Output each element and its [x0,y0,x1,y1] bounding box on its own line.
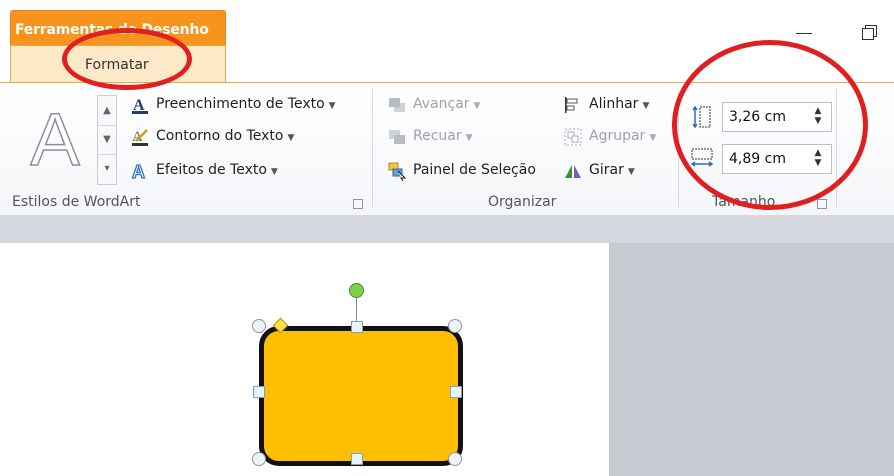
minimize-button[interactable] [790,16,820,46]
bring-forward-label: Avançar [413,96,470,112]
gallery-down-button[interactable]: ▼ [98,125,116,155]
annotation-circle-size [672,40,868,210]
resize-handle-top-left[interactable] [252,319,266,333]
resize-handle-bottom[interactable] [351,453,363,465]
restore-button[interactable] [855,16,885,46]
resize-handle-top[interactable] [351,321,363,333]
rotate-label: Girar [589,162,624,178]
text-effects-icon: A [131,161,145,181]
group-label: Agrupar [589,128,646,144]
align-label: Alinhar [589,96,639,112]
text-outline-icon: A [132,129,148,146]
wordart-dialog-launcher[interactable] [353,199,363,209]
wordart-group-label: Estilos de WordArt [12,194,141,210]
align-icon [565,97,578,113]
text-effects-label: Efeitos de Texto [156,162,267,178]
resize-handle-right[interactable] [450,386,462,398]
resize-handle-bottom-left[interactable] [252,452,266,466]
send-backward-label: Recuar [413,128,462,144]
resize-handle-left[interactable] [253,386,265,398]
text-outline-label: Contorno do Texto [156,128,284,144]
svg-text:A: A [132,162,145,181]
selection-pane-label: Painel de Seleção [413,162,536,178]
selection-pane-icon [388,162,407,181]
gallery-more-button[interactable]: ▾ [98,154,116,183]
resize-handle-bottom-right[interactable] [448,452,462,466]
size-dialog-launcher[interactable] [817,199,827,209]
wordart-style-preview[interactable]: A [20,97,90,183]
wordart-gallery-scroll: ▲ ▼ ▾ [97,95,117,185]
text-fill-icon: A [132,97,148,114]
group-icon [564,128,582,146]
rotate-icon [565,165,581,178]
resize-handle-top-right[interactable] [448,319,462,333]
rotate-handle[interactable] [349,283,364,298]
annotation-circle-tab [62,28,192,90]
bring-forward-icon [389,98,405,112]
text-fill-label: Preenchimento de Texto [156,96,325,112]
gallery-up-button[interactable]: ▲ [98,96,116,126]
rounded-rectangle-shape[interactable] [259,326,463,466]
send-backward-icon [389,130,405,144]
arrange-group-label: Organizar [488,194,557,210]
